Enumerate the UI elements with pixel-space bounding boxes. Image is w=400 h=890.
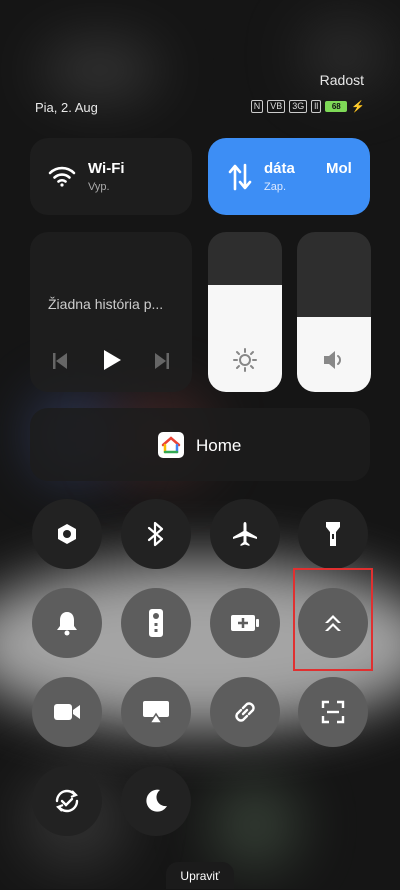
screen-record-toggle[interactable] — [32, 677, 102, 747]
data-transfer-icon — [228, 163, 252, 191]
cast-toggle[interactable] — [121, 677, 191, 747]
selection-highlight-box — [293, 568, 373, 671]
link-toggle[interactable] — [210, 677, 280, 747]
signal-icon: ll — [311, 100, 322, 113]
wifi-tile[interactable]: Wi-Fi Vyp. — [30, 138, 192, 215]
home-tile[interactable]: Home — [30, 408, 370, 481]
brightness-slider[interactable] — [208, 232, 282, 392]
battery-plus-icon — [231, 615, 259, 631]
wifi-title: Wi-Fi — [88, 160, 125, 177]
bell-icon — [57, 612, 77, 636]
next-icon[interactable] — [154, 352, 170, 370]
battery-icon: 68 — [325, 101, 348, 112]
auto-rotate-toggle[interactable] — [32, 766, 102, 836]
media-status-text: Žiadna história p... — [48, 296, 164, 312]
google-home-icon — [158, 432, 184, 458]
link-icon — [235, 702, 255, 722]
bluetooth-icon — [147, 521, 164, 547]
hexagon-icon — [58, 524, 76, 544]
moon-icon — [146, 789, 167, 812]
speaker-icon — [324, 351, 341, 369]
bluetooth-toggle[interactable] — [121, 499, 191, 569]
system-status-icons: N VB 3G ll 68 ⚡ — [250, 100, 365, 113]
dark-mode-toggle[interactable] — [121, 766, 191, 836]
rotate-icon — [55, 789, 79, 813]
wifi-icon — [48, 166, 76, 187]
edit-button[interactable]: Upraviť — [166, 862, 234, 889]
video-camera-icon — [54, 704, 80, 720]
data-state: Zap. — [264, 181, 287, 193]
battery-saver-toggle[interactable] — [210, 588, 280, 658]
flashlight-icon — [326, 522, 340, 546]
previous-icon[interactable] — [52, 352, 68, 370]
vibrate-icon: VB — [267, 100, 286, 113]
wifi-state: Vyp. — [88, 181, 110, 193]
remote-toggle[interactable] — [121, 588, 191, 658]
hotspot-toggle[interactable] — [32, 499, 102, 569]
mobile-data-tile[interactable]: dáta Mol Zap. — [208, 138, 370, 215]
charging-icon: ⚡ — [351, 101, 365, 113]
scan-toggle[interactable] — [298, 677, 368, 747]
data-title: dáta — [264, 160, 295, 177]
flashlight-toggle[interactable] — [298, 499, 368, 569]
cast-icon — [143, 701, 169, 724]
brightness-icon — [233, 348, 257, 372]
carrier-name: Radost — [319, 72, 364, 88]
data-title-extra: Mol — [326, 160, 352, 177]
scan-icon — [321, 700, 345, 724]
bell-toggle[interactable] — [32, 588, 102, 658]
date-label: Pia, 2. Aug — [35, 100, 98, 115]
nfc-icon: N — [250, 100, 264, 113]
airplane-toggle[interactable] — [210, 499, 280, 569]
network-icon: 3G — [289, 100, 308, 113]
brightness-level — [208, 284, 282, 392]
volume-slider[interactable] — [297, 232, 371, 392]
media-player-tile[interactable]: Žiadna história p... — [30, 232, 192, 392]
airplane-icon — [233, 522, 257, 546]
play-icon[interactable] — [102, 349, 122, 371]
home-label: Home — [196, 436, 242, 455]
remote-icon — [149, 609, 163, 637]
